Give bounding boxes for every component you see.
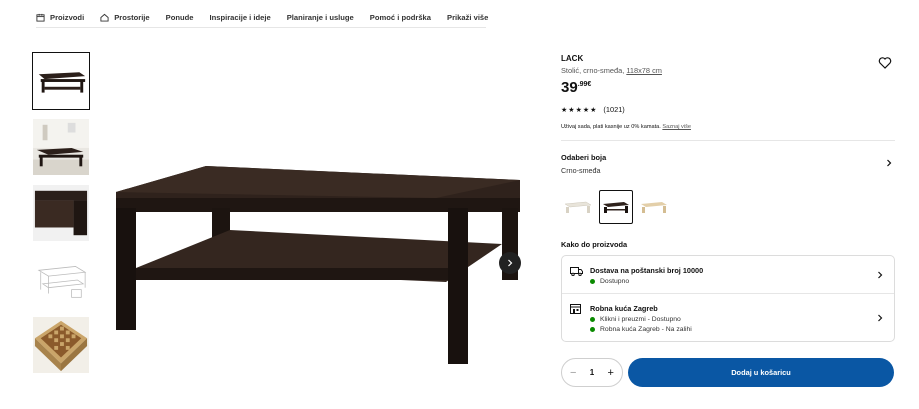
color-swatches bbox=[561, 190, 895, 224]
quantity-increase-button[interactable]: + bbox=[608, 367, 614, 379]
nav-item-proizvodi[interactable]: Proizvodi bbox=[36, 13, 84, 22]
next-image-button[interactable] bbox=[499, 252, 521, 274]
chevron-right-icon bbox=[508, 259, 513, 267]
thumbnail-table-drawing[interactable] bbox=[32, 250, 90, 308]
heart-icon[interactable] bbox=[878, 56, 892, 70]
quantity-value[interactable]: 1 bbox=[590, 368, 594, 377]
nav-item-inspiracije[interactable]: Inspiracije i ideje bbox=[209, 13, 270, 22]
color-value: Crno-smeđa bbox=[561, 166, 601, 175]
status-dot bbox=[590, 279, 595, 284]
nav-label: Prostorije bbox=[114, 12, 150, 22]
thumbnail-table-front[interactable] bbox=[32, 52, 90, 110]
swatch-white[interactable] bbox=[561, 190, 595, 224]
nav-label: Ponude bbox=[165, 12, 194, 22]
nav-label: Pomoć i podrška bbox=[369, 12, 431, 22]
store-status-2: Robna kuća Zagreb - Na zalihi bbox=[590, 326, 882, 333]
product-price: 39 .99€ bbox=[561, 80, 895, 96]
thumbnail-list bbox=[32, 52, 90, 382]
product-main-image bbox=[110, 150, 530, 370]
product-name: LACK bbox=[561, 54, 584, 63]
product-type: Stolić, crno-smeđa, bbox=[561, 66, 625, 75]
shipping-status: Dostupno bbox=[590, 278, 882, 285]
star-icon: ★ bbox=[575, 106, 582, 114]
product-panel: LACK Stolić, crno-smeđa, 118x78 cm 39 .9… bbox=[561, 52, 895, 387]
product-dimensions[interactable]: 118x78 cm bbox=[626, 66, 662, 75]
star-icon: ★ bbox=[568, 106, 575, 114]
nav-divider bbox=[36, 27, 486, 28]
store-status-text-1: Klikni i preuzmi - Dostupno bbox=[600, 316, 681, 323]
thumbnail-table-in-room[interactable] bbox=[32, 118, 90, 176]
purchase-row: − 1 + Dodaj u košaricu bbox=[561, 358, 895, 387]
chevron-right-icon bbox=[887, 159, 892, 167]
credit-learn-more-link[interactable]: Saznaj više bbox=[662, 124, 691, 130]
thumbnail-table-pattern[interactable] bbox=[32, 316, 90, 374]
chevron-right-icon bbox=[878, 314, 883, 321]
nav-label: Inspiracije i ideje bbox=[209, 12, 271, 22]
top-nav: Proizvodi Prostorije Ponude Inspiracije … bbox=[36, 9, 504, 25]
calendar-box-icon bbox=[36, 13, 45, 22]
nav-item-planiranje[interactable]: Planiranje i usluge bbox=[287, 13, 354, 22]
status-dot bbox=[590, 327, 595, 332]
coffee-table-illustration bbox=[116, 166, 520, 364]
quantity-decrease-button[interactable]: − bbox=[570, 367, 576, 379]
store-icon bbox=[570, 304, 581, 314]
chevron-right-icon bbox=[878, 271, 883, 278]
color-selector[interactable]: Odaberi boja Crno-smeđa bbox=[561, 153, 895, 177]
store-status-1: Klikni i preuzmi - Dostupno bbox=[590, 316, 882, 323]
divider bbox=[561, 140, 895, 141]
nav-item-prostorije[interactable]: Prostorije bbox=[100, 12, 150, 22]
credit-text: Uživaj sada, plati kasnije uz 0% kamata. bbox=[561, 124, 661, 130]
shipping-title: Dostava na poštanski broj 10000 bbox=[590, 266, 704, 275]
nav-label: Prikaži više bbox=[447, 12, 489, 22]
delivery-title: Kako do proizvoda bbox=[561, 240, 628, 249]
nav-label: Proizvodi bbox=[50, 12, 85, 22]
shipping-status-text: Dostupno bbox=[600, 278, 630, 285]
nav-item-ponude[interactable]: Ponude bbox=[166, 13, 194, 22]
price-integer: 39 bbox=[561, 79, 578, 96]
delivery-options: Dostava na poštanski broj 10000 Dostupno… bbox=[561, 255, 895, 342]
store-status-text-2: Robna kuća Zagreb - Na zalihi bbox=[600, 326, 692, 333]
nav-item-pomoc[interactable]: Pomoć i podrška bbox=[370, 13, 431, 22]
rating-stars: ★ ★ ★ ★ ★ bbox=[561, 106, 597, 114]
delivery-shipping-option[interactable]: Dostava na poštanski broj 10000 Dostupno bbox=[562, 256, 894, 293]
nav-item-prikazi-vise[interactable]: Prikaži više bbox=[447, 13, 488, 22]
thumbnail-table-detail[interactable] bbox=[32, 184, 90, 242]
store-title: Robna kuća Zagreb bbox=[590, 304, 658, 313]
add-to-cart-button[interactable]: Dodaj u košaricu bbox=[628, 358, 894, 387]
status-dot bbox=[590, 317, 595, 322]
credit-info: Uživaj sada, plati kasnije uz 0% kamata.… bbox=[561, 124, 895, 130]
swatch-black-brown[interactable] bbox=[599, 190, 633, 224]
star-icon: ★ bbox=[561, 106, 568, 114]
half-star-icon: ★ bbox=[590, 106, 597, 114]
star-icon: ★ bbox=[582, 106, 590, 114]
truck-icon bbox=[570, 267, 583, 276]
nav-label: Planiranje i usluge bbox=[286, 12, 354, 22]
product-rating[interactable]: ★ ★ ★ ★ ★ (1021) bbox=[561, 105, 895, 114]
swatch-oak-effect[interactable] bbox=[637, 190, 671, 224]
color-title: Odaberi boja bbox=[561, 153, 607, 162]
delivery-store-option[interactable]: Robna kuća Zagreb Klikni i preuzmi - Dos… bbox=[562, 293, 894, 341]
price-decimal: .99€ bbox=[577, 81, 592, 88]
home-icon bbox=[100, 13, 109, 22]
quantity-stepper: − 1 + bbox=[561, 358, 623, 387]
review-count: (1021) bbox=[603, 105, 625, 114]
product-description: Stolić, crno-smeđa, 118x78 cm bbox=[561, 66, 895, 75]
